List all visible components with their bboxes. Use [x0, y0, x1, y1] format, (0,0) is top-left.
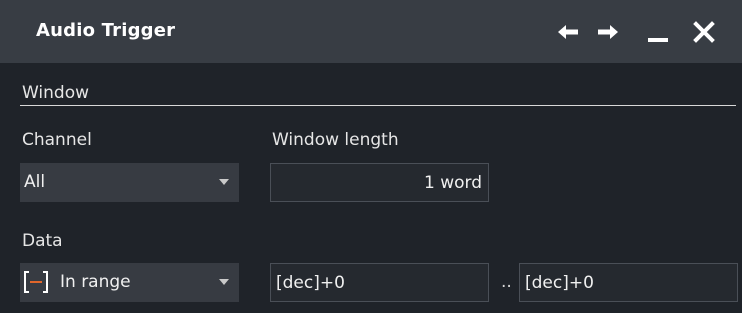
window-section-label: Window [22, 83, 90, 103]
data-max-value: [dec]+0 [525, 273, 594, 293]
close-icon [693, 21, 715, 43]
range-separator: .. [501, 272, 512, 292]
window-length-input[interactable]: 1 word [270, 163, 489, 202]
channel-value: All [24, 172, 46, 192]
dialog-titlebar[interactable]: Audio Trigger [0, 0, 742, 63]
data-label: Data [22, 231, 63, 251]
back-button[interactable] [554, 18, 582, 46]
in-range-icon [24, 271, 48, 293]
window-length-value: 1 word [423, 173, 482, 193]
forward-button[interactable] [594, 18, 622, 46]
data-condition-value: In range [60, 272, 131, 292]
minimize-button[interactable] [644, 18, 672, 46]
audio-trigger-dialog: Audio Trigger Window Channel All Window … [0, 0, 742, 313]
window-length-label: Window length [272, 130, 399, 150]
section-divider [20, 105, 736, 106]
dropdown-arrow-icon [219, 179, 229, 185]
dropdown-arrow-icon [219, 279, 229, 285]
back-arrow-icon [558, 25, 578, 39]
data-max-input[interactable]: [dec]+0 [519, 263, 738, 302]
close-button[interactable] [690, 18, 718, 46]
data-condition-dropdown[interactable]: In range [20, 263, 239, 302]
dialog-title: Audio Trigger [36, 20, 176, 41]
channel-dropdown[interactable]: All [20, 163, 239, 202]
forward-arrow-icon [598, 25, 618, 39]
data-min-input[interactable]: [dec]+0 [270, 263, 489, 302]
data-min-value: [dec]+0 [276, 273, 345, 293]
channel-label: Channel [22, 130, 92, 150]
minimize-icon [648, 38, 668, 42]
